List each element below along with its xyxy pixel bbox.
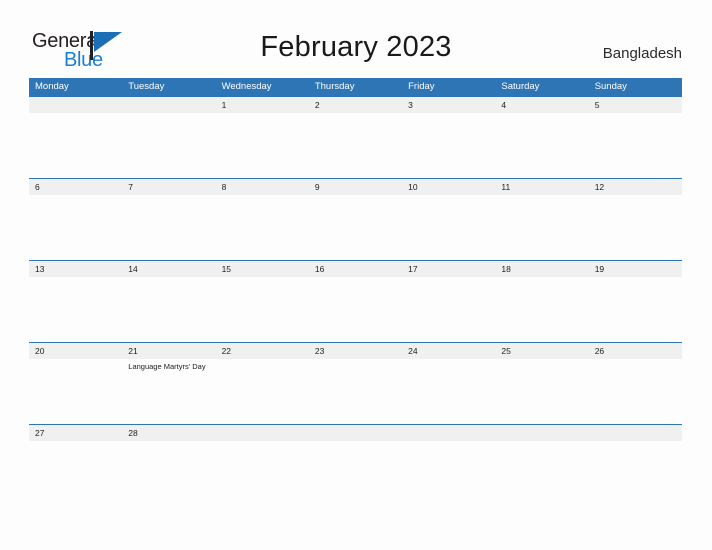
day-number[interactable]: 26 — [589, 343, 682, 359]
calendar-week-row: 27 28 — [29, 424, 682, 467]
day-number[interactable] — [29, 97, 122, 113]
day-number[interactable]: 17 — [402, 261, 495, 277]
day-number[interactable] — [309, 425, 402, 441]
day-number-strip: 27 28 — [29, 424, 682, 441]
day-number[interactable]: 8 — [216, 179, 309, 195]
day-number[interactable]: 20 — [29, 343, 122, 359]
day-event-strip — [29, 277, 682, 342]
day-cell[interactable] — [589, 441, 682, 467]
country-label: Bangladesh — [602, 45, 682, 62]
day-cell[interactable] — [216, 277, 309, 342]
day-number[interactable] — [402, 425, 495, 441]
day-number[interactable]: 23 — [309, 343, 402, 359]
day-cell[interactable] — [589, 277, 682, 342]
day-cell[interactable] — [122, 113, 215, 178]
day-cell[interactable] — [216, 359, 309, 424]
day-cell[interactable] — [122, 441, 215, 467]
day-cell[interactable] — [495, 113, 588, 178]
calendar-week-row: 13 14 15 16 17 18 19 — [29, 260, 682, 342]
day-number[interactable]: 6 — [29, 179, 122, 195]
calendar-week-row: 1 2 3 4 5 — [29, 96, 682, 178]
day-number[interactable] — [495, 425, 588, 441]
day-cell[interactable] — [309, 195, 402, 260]
day-cell[interactable] — [495, 277, 588, 342]
day-cell[interactable] — [495, 195, 588, 260]
day-number[interactable]: 16 — [309, 261, 402, 277]
day-number[interactable]: 24 — [402, 343, 495, 359]
weekday-saturday: Saturday — [501, 81, 540, 92]
day-cell[interactable] — [402, 441, 495, 467]
day-number[interactable]: 14 — [122, 261, 215, 277]
day-number[interactable]: 21 — [122, 343, 215, 359]
day-number[interactable]: 11 — [495, 179, 588, 195]
day-number-strip: 13 14 15 16 17 18 19 — [29, 260, 682, 277]
calendar-week-row: 6 7 8 9 10 11 12 — [29, 178, 682, 260]
day-cell[interactable] — [29, 113, 122, 178]
day-cell[interactable] — [309, 441, 402, 467]
day-cell[interactable] — [216, 113, 309, 178]
day-cell[interactable] — [29, 195, 122, 260]
day-event-text: Language Martyrs' Day — [128, 362, 206, 371]
calendar-page: General Blue February 2023 Bangladesh Mo… — [0, 0, 712, 550]
day-cell[interactable] — [495, 359, 588, 424]
day-number-strip: 6 7 8 9 10 11 12 — [29, 178, 682, 195]
day-cell[interactable] — [402, 277, 495, 342]
day-number[interactable]: 25 — [495, 343, 588, 359]
day-number-strip: 1 2 3 4 5 — [29, 96, 682, 113]
day-number[interactable]: 18 — [495, 261, 588, 277]
day-number[interactable]: 10 — [402, 179, 495, 195]
day-number[interactable]: 4 — [495, 97, 588, 113]
day-number[interactable]: 28 — [122, 425, 215, 441]
weekday-wednesday: Wednesday — [221, 81, 272, 92]
day-event-strip — [29, 113, 682, 178]
day-number[interactable]: 22 — [216, 343, 309, 359]
day-cell[interactable] — [309, 359, 402, 424]
day-number[interactable]: 9 — [309, 179, 402, 195]
day-event-strip — [29, 441, 682, 467]
day-cell[interactable] — [29, 277, 122, 342]
day-cell[interactable] — [122, 195, 215, 260]
day-number[interactable]: 7 — [122, 179, 215, 195]
day-number[interactable]: 15 — [216, 261, 309, 277]
weekday-friday: Friday — [408, 81, 435, 92]
day-number[interactable]: 13 — [29, 261, 122, 277]
day-number-strip: 20 21 22 23 24 25 26 — [29, 342, 682, 359]
day-number[interactable]: 27 — [29, 425, 122, 441]
day-cell[interactable] — [29, 441, 122, 467]
day-cell[interactable] — [216, 195, 309, 260]
day-number[interactable]: 3 — [402, 97, 495, 113]
day-number[interactable]: 19 — [589, 261, 682, 277]
day-number[interactable] — [122, 97, 215, 113]
day-cell[interactable] — [589, 113, 682, 178]
day-cell[interactable] — [402, 195, 495, 260]
weekday-tuesday: Tuesday — [128, 81, 165, 92]
day-number[interactable] — [589, 425, 682, 441]
weekday-header-row: Monday Tuesday Wednesday Thursday Friday… — [29, 78, 682, 96]
page-header: General Blue February 2023 Bangladesh — [0, 0, 712, 78]
day-cell[interactable] — [495, 441, 588, 467]
weekday-sunday: Sunday — [594, 81, 627, 92]
day-cell[interactable] — [122, 277, 215, 342]
weekday-thursday: Thursday — [314, 81, 355, 92]
day-cell[interactable] — [402, 359, 495, 424]
day-cell[interactable] — [309, 113, 402, 178]
day-cell[interactable] — [402, 113, 495, 178]
day-cell[interactable] — [216, 441, 309, 467]
calendar-grid: Monday Tuesday Wednesday Thursday Friday… — [29, 78, 682, 467]
day-number[interactable]: 12 — [589, 179, 682, 195]
day-number[interactable]: 1 — [216, 97, 309, 113]
calendar-week-row: 20 21 22 23 24 25 26 Language Martyrs' D… — [29, 342, 682, 424]
day-cell[interactable]: Language Martyrs' Day — [122, 359, 215, 424]
day-cell[interactable] — [589, 195, 682, 260]
day-cell[interactable] — [309, 277, 402, 342]
day-number[interactable]: 2 — [309, 97, 402, 113]
day-event-strip — [29, 195, 682, 260]
day-event-strip: Language Martyrs' Day — [29, 359, 682, 424]
weekday-monday: Monday — [35, 81, 69, 92]
day-cell[interactable] — [29, 359, 122, 424]
day-number[interactable] — [216, 425, 309, 441]
day-cell[interactable] — [589, 359, 682, 424]
day-number[interactable]: 5 — [589, 97, 682, 113]
